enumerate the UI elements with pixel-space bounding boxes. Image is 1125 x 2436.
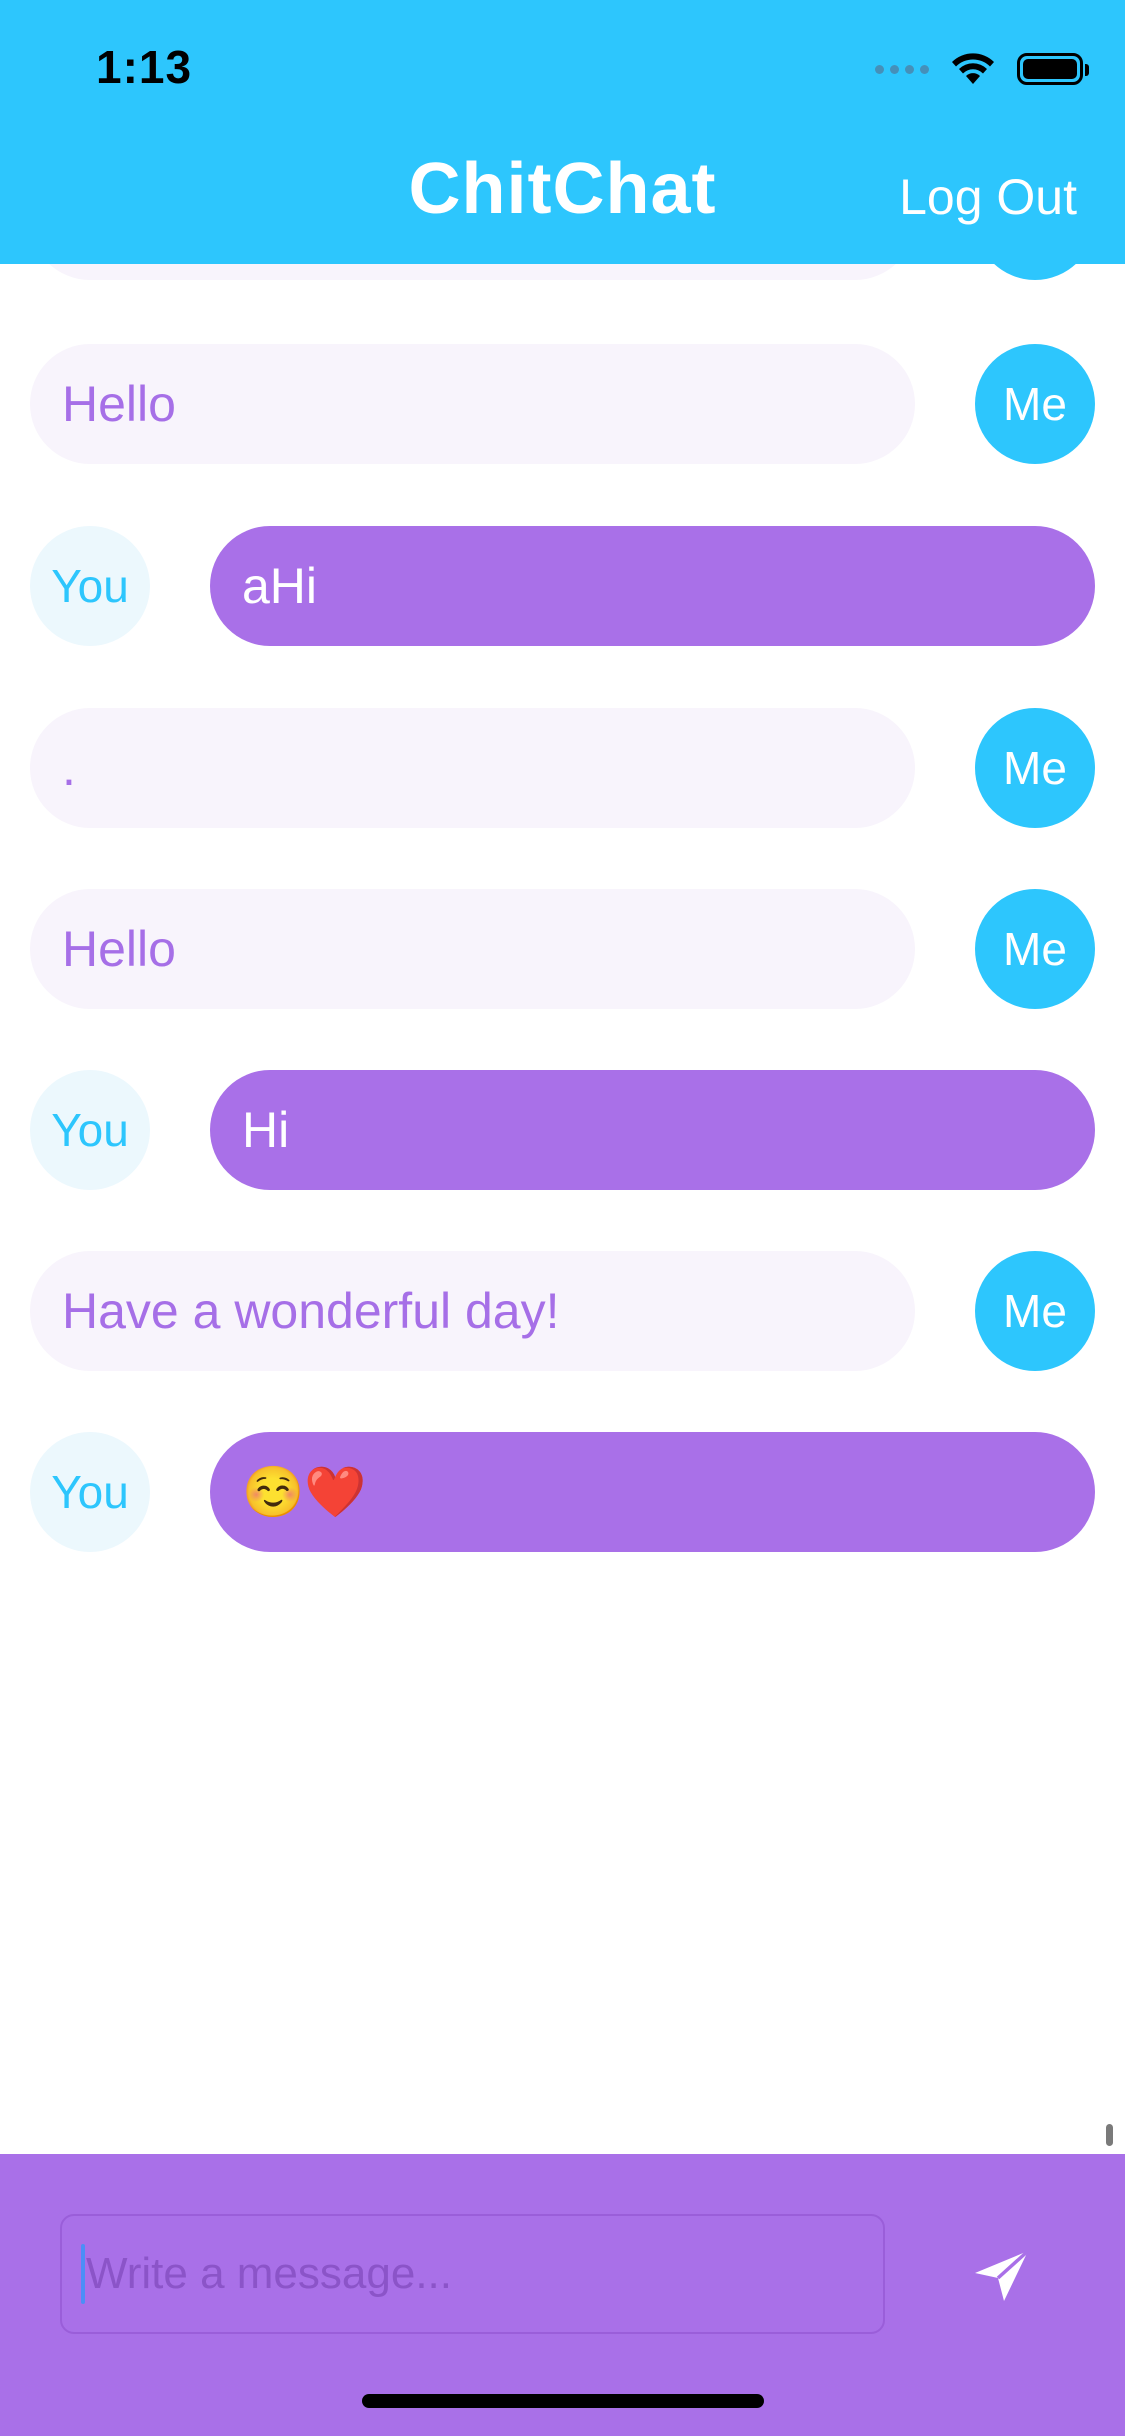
scrollbar[interactable] bbox=[1106, 2124, 1113, 2146]
message-input[interactable] bbox=[60, 2214, 885, 2334]
message-bubble bbox=[30, 264, 915, 280]
message-row bbox=[0, 264, 1125, 280]
send-icon bbox=[975, 2249, 1030, 2301]
message-bubble: Have a wonderful day! bbox=[30, 1251, 915, 1371]
message-bubble: Hello bbox=[30, 344, 915, 464]
message-bubble: . bbox=[30, 708, 915, 828]
message-bubble: Hi bbox=[210, 1070, 1095, 1190]
status-icons bbox=[875, 46, 1089, 92]
avatar: You bbox=[30, 1070, 150, 1190]
send-button[interactable] bbox=[962, 2238, 1042, 2314]
avatar: Me bbox=[975, 344, 1095, 464]
home-indicator bbox=[362, 2394, 764, 2408]
app-header: 1:13 ChitChat Log Out bbox=[0, 0, 1125, 264]
message-row: Hello Me bbox=[0, 889, 1125, 1009]
battery-icon bbox=[1017, 53, 1089, 85]
signal-icon bbox=[875, 64, 929, 74]
message-row: Have a wonderful day! Me bbox=[0, 1251, 1125, 1371]
avatar: Me bbox=[975, 1251, 1095, 1371]
message-row: You aHi bbox=[0, 526, 1125, 646]
emoji-text: ☺️❤️ bbox=[242, 1463, 367, 1520]
avatar: Me bbox=[975, 889, 1095, 1009]
message-bubble: ☺️❤️ bbox=[210, 1432, 1095, 1552]
status-time: 1:13 bbox=[96, 41, 193, 93]
message-row: Hello Me bbox=[0, 344, 1125, 464]
message-bubble: aHi bbox=[210, 526, 1095, 646]
message-list[interactable]: Hello Me You aHi . Me Hello Me You Hi Ha… bbox=[0, 264, 1125, 2154]
avatar: Me bbox=[975, 708, 1095, 828]
avatar: You bbox=[30, 1432, 150, 1552]
logout-button[interactable]: Log Out bbox=[899, 168, 1077, 226]
message-row: You ☺️❤️ bbox=[0, 1432, 1125, 1552]
wifi-icon bbox=[952, 53, 994, 84]
avatar bbox=[975, 264, 1095, 280]
avatar: You bbox=[30, 526, 150, 646]
message-row: You Hi bbox=[0, 1070, 1125, 1190]
text-caret bbox=[81, 2244, 85, 2304]
message-composer bbox=[0, 2154, 1125, 2436]
message-bubble: Hello bbox=[30, 889, 915, 1009]
message-row: . Me bbox=[0, 708, 1125, 828]
